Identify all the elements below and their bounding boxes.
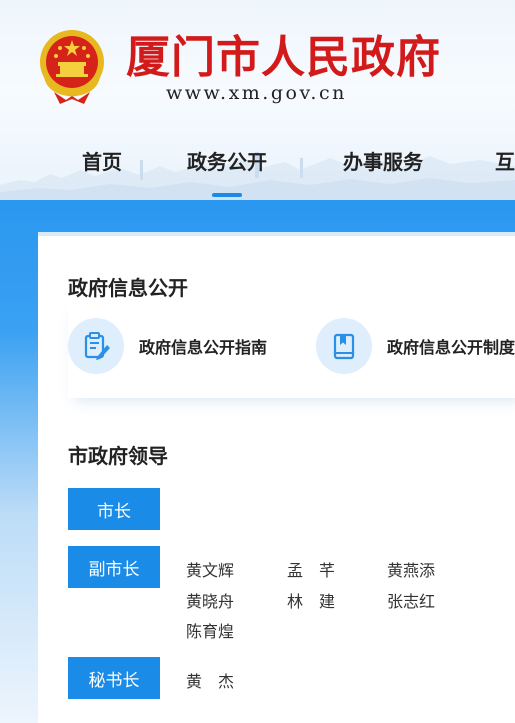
book-icon	[316, 318, 372, 374]
leader-name[interactable]: 黄文辉	[186, 557, 234, 581]
site-url: www.xm.gov.cn	[166, 82, 347, 104]
info-system-label: 政府信息公开制度	[387, 338, 515, 357]
leader-name[interactable]: 孟 芊	[287, 557, 335, 581]
role-badge-mayor: 市长	[68, 488, 160, 530]
leader-name[interactable]: 黄晓舟	[186, 588, 234, 612]
leader-name[interactable]: 黄燕添	[387, 557, 435, 581]
info-guide-label: 政府信息公开指南	[139, 338, 268, 357]
national-emblem-icon	[40, 30, 104, 104]
leader-name[interactable]: 张志红	[387, 588, 435, 612]
site-title: 厦门市人民政府	[126, 32, 441, 83]
role-badge-secretary-general: 秘书长	[68, 657, 160, 699]
main-nav: 首页 政务公开 办事服务 互	[0, 146, 515, 197]
role-badge-vice-mayor: 副市长	[68, 546, 160, 588]
document-edit-icon	[68, 318, 124, 374]
info-disclosure-title: 政府信息公开	[68, 276, 188, 300]
leadership-title: 市政府领导	[68, 444, 168, 468]
leader-name[interactable]: 陈育煌	[186, 618, 234, 642]
leader-name[interactable]: 黄 杰	[186, 668, 234, 692]
nav-home[interactable]: 首页	[82, 146, 122, 175]
info-system-link[interactable]: 政府信息公开制度	[316, 318, 515, 374]
nav-interaction[interactable]: 互	[495, 146, 515, 175]
info-guide-link[interactable]: 政府信息公开指南	[68, 318, 267, 374]
leader-name[interactable]: 林 建	[287, 588, 335, 612]
nav-government-affairs[interactable]: 政务公开	[187, 146, 267, 197]
nav-services[interactable]: 办事服务	[343, 146, 423, 175]
site-header: 厦门市人民政府 www.xm.gov.cn 首页 政务公开 办事服务 互	[0, 0, 515, 200]
